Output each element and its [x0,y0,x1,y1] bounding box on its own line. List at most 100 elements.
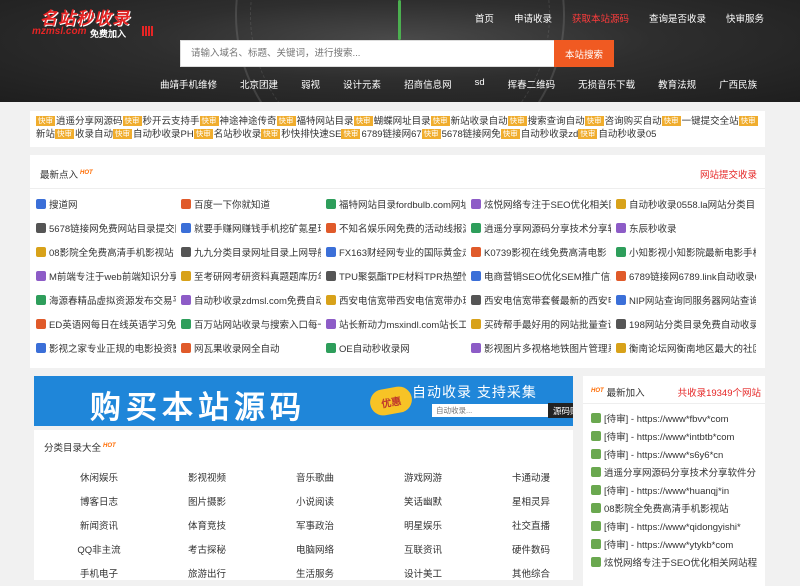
category-link[interactable]: 游戏网游 [368,470,478,486]
category-link[interactable]: 图片摄影 [152,494,262,510]
hotword-link[interactable]: 招商信息网 [404,77,452,91]
newest-site-link[interactable]: [待审] - https://www*ytykb*com [591,538,761,550]
category-link[interactable]: 卡通动漫 [476,470,586,486]
tag-item[interactable]: 快审 搜索查询自动 [507,116,585,127]
latest-site-link[interactable]: 衡南论坛网衡南地区最大的社区 [616,341,756,355]
tag-item[interactable]: 快审 名站秒收录 [193,129,261,140]
tag-item[interactable]: 快审 秒开云支持手 [122,116,200,127]
category-link[interactable]: 军事政治 [260,518,370,534]
latest-site-link[interactable]: 炫悦网络专注于SEO优化相关网 [471,197,611,211]
latest-site-link[interactable]: 网瓦果收录网全自动 [181,341,321,355]
category-link[interactable]: 体育竞技 [152,518,262,534]
tag-item[interactable]: 快审 福特网站目录 [276,116,354,127]
category-link[interactable]: 星相灵异 [476,494,586,510]
hotword-link[interactable]: 设计元素 [343,77,381,91]
category-link[interactable]: 明星娱乐 [368,518,478,534]
tag-item[interactable]: 快审 秒快排快速SE [261,129,341,140]
category-link[interactable]: 考古探秘 [152,542,262,558]
category-link[interactable]: 旅游出行 [152,566,262,582]
latest-site-link[interactable]: 不知名娱乐网免费的活动线报游 [326,221,466,235]
hotword-link[interactable]: 广西民族 [719,77,757,91]
category-link[interactable]: 互联资讯 [368,542,478,558]
category-link[interactable]: 设计美工 [368,566,478,582]
latest-site-link[interactable]: 6789链接网6789.link自动收录6 [616,269,756,283]
hotword-link[interactable]: 挥春二维码 [508,77,556,91]
category-link[interactable]: 博客日志 [44,494,154,510]
category-link[interactable]: 小说阅读 [260,494,370,510]
newest-site-link[interactable]: 08影院全免费高清手机影视站 [591,502,761,514]
category-link[interactable]: 手机电子 [44,566,154,582]
tag-item[interactable]: 快审 一键提交全站 [661,116,739,127]
newest-site-link[interactable]: [待审] - https://www*huanqj*in [591,484,761,496]
latest-site-link[interactable]: 198网站分类目录免费自动收录 [616,317,756,331]
tag-item[interactable]: 快审 新站收录自动 [430,116,508,127]
latest-site-link[interactable]: 九九分类目录网址目录上网导航 [181,245,321,259]
newest-site-link[interactable]: 炫悦网络专注于SEO优化相关网站程 [591,556,761,568]
category-link[interactable]: 笑话幽默 [368,494,478,510]
tag-item[interactable]: 快审 收录自动 [55,129,113,140]
latest-site-link[interactable]: 西安电信宽带套餐最新的西安电 [471,293,611,307]
category-link[interactable]: 休闲娱乐 [44,470,154,486]
latest-site-link[interactable]: ED英语网每日在线英语学习免费 [36,317,176,331]
tag-item[interactable]: 快审 5678链接网免 [421,129,501,140]
latest-site-link[interactable]: 海源春精品虚拟资源发布交易平 [36,293,176,307]
latest-site-link[interactable]: 搜道网 [36,197,176,211]
tag-item[interactable]: 快审 逍遥分享网源码 [36,116,123,127]
latest-site-link[interactable]: NIP网站查询同服务器网站查询 [616,293,756,307]
hotword-link[interactable]: 北京团建 [240,77,278,91]
latest-site-link[interactable]: 逍遥分享网源码分享技术分享软 [471,221,611,235]
tag-item[interactable]: 快审 6789链接网67 [341,129,422,140]
latest-site-link[interactable]: 5678链接网免费网站目录提交网 [36,221,176,235]
latest-site-link[interactable]: M前端专注于web前端知识分享码 [36,269,176,283]
site-logo[interactable]: 名站秒收录 mzmsl.com 免费加入 [32,4,153,39]
latest-site-link[interactable]: 百万站网站收录与搜索入口每一 [181,317,321,331]
search-button[interactable]: 本站搜索 [554,40,614,67]
latest-site-link[interactable]: 影视之家专业正规的电影投资影 [36,341,176,355]
latest-site-link[interactable]: TPU聚氨酯TPE材料TPR热塑性弹 [326,269,466,283]
latest-site-link[interactable]: 东辰秒收录 [616,221,756,235]
category-link[interactable]: 影视视频 [152,470,262,486]
latest-site-link[interactable]: 自动秒收录0558.la网站分类目 [616,197,756,211]
latest-site-link[interactable]: OE自动秒收录网 [326,341,466,355]
tag-item[interactable]: 快审 自动秒收录05 [578,129,656,140]
nav-fast-review[interactable]: 快审服务 [726,11,764,25]
category-link[interactable]: QQ非主流 [44,542,154,558]
category-link[interactable]: 生活服务 [260,566,370,582]
hotword-link[interactable]: 教育法规 [658,77,696,91]
tag-item[interactable]: 快审 自动秒收录PH [113,129,194,140]
latest-site-link[interactable]: 08影院全免费高清手机影视站 [36,245,176,259]
hotword-link[interactable]: 无损音乐下载 [578,77,635,91]
latest-site-link[interactable]: 买砖帮手最好用的网站批量查询 [471,317,611,331]
nav-check-indexed[interactable]: 查询是否收录 [649,11,706,25]
tag-item[interactable]: 快审 蝴蝶网址目录 [353,116,431,127]
buy-source-banner[interactable]: 购买本站源码 优惠 自动收录 支持采集 源码购买 [34,376,573,426]
tag-item[interactable]: 快审 自动秒收录zd [500,129,578,140]
banner-input[interactable] [432,404,548,417]
submit-site-link[interactable]: 网站提交收录 [700,167,757,181]
tag-item[interactable]: 快审 咨询购买自动 [584,116,662,127]
newest-site-link[interactable]: [待审] - https://www*intbtb*com [591,430,761,442]
newest-site-link[interactable]: [待审] - https://www*qidongyishi* [591,520,761,532]
nav-home[interactable]: 首页 [475,11,494,25]
category-link[interactable]: 社交直播 [476,518,586,534]
latest-site-link[interactable]: K0739影视在线免费高清电影 [471,245,611,259]
latest-site-link[interactable]: 站长新动力msxindl.com站长工 [326,317,466,331]
search-input[interactable] [181,41,556,66]
hotword-link[interactable]: sd [475,77,485,91]
latest-site-link[interactable]: 福特网站目录fordbulb.com网址 [326,197,466,211]
newest-site-link[interactable]: [待审] - https://www*s6y6*cn [591,448,761,460]
latest-site-link[interactable]: 百度一下你就知道 [181,197,321,211]
tag-item[interactable]: 快审 神途神途传奇 [199,116,277,127]
latest-site-link[interactable]: 自动秒收录zdmsl.com免费自动 [181,293,321,307]
latest-site-link[interactable]: 西安电信宽带西安电信宽带办理 [326,293,466,307]
category-link[interactable]: 新闻资讯 [44,518,154,534]
latest-site-link[interactable]: 至考研网考研资料真题题库历年 [181,269,321,283]
category-link[interactable]: 电脑网络 [260,542,370,558]
newest-site-link[interactable]: 逍遥分享网源码分享技术分享软件分 [591,466,761,478]
nav-apply[interactable]: 申请收录 [514,11,552,25]
category-link[interactable]: 其他综合 [476,566,586,582]
latest-site-link[interactable]: FX163财经网专业的国际黄金走 [326,245,466,259]
category-link[interactable]: 音乐歌曲 [260,470,370,486]
latest-site-link[interactable]: 电商营销SEO优化SEM推广信息流 [471,269,611,283]
hotword-link[interactable]: 曲靖手机维修 [160,77,217,91]
